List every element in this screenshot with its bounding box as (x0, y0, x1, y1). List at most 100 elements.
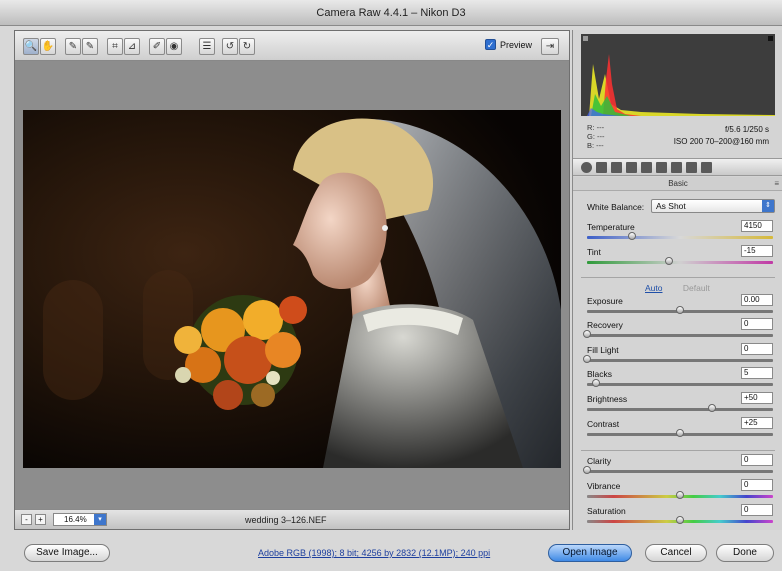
adjustment-slider-thumb[interactable] (676, 491, 684, 499)
panel-tabs (573, 158, 782, 176)
tab-basic-icon[interactable] (581, 162, 592, 173)
auto-default-links: Auto Default (645, 283, 710, 293)
adjustment-value-input[interactable]: 0.00 (741, 294, 773, 306)
adjustment-slider-track[interactable] (587, 334, 773, 337)
zoom-in-button[interactable]: + (35, 514, 46, 525)
chevron-down-icon: ▾ (94, 514, 106, 525)
zoom-level-value: 16.4% (64, 515, 87, 524)
auto-link[interactable]: Auto (645, 283, 663, 293)
white-balance-tool-icon[interactable]: ✎ (65, 38, 81, 55)
adjustment-slider-thumb[interactable] (708, 404, 716, 412)
red-readout: R: --- (587, 123, 605, 132)
adjustment-value-input[interactable]: 0 (741, 454, 773, 466)
adjustment-row-temperature: Temperature 4150 (587, 220, 777, 246)
green-readout: G: --- (587, 132, 605, 141)
done-button[interactable]: Done (716, 544, 774, 562)
tab-lens-icon[interactable] (656, 162, 667, 173)
zoom-out-button[interactable]: - (21, 514, 32, 525)
white-balance-value: As Shot (656, 201, 686, 211)
tab-hsl-icon[interactable] (626, 162, 637, 173)
hand-tool-icon[interactable]: ✋ (40, 38, 56, 55)
adjustment-slider-track[interactable] (587, 408, 773, 411)
adjustment-slider-thumb[interactable] (676, 429, 684, 437)
white-balance-select[interactable]: As Shot ⇕ (651, 199, 775, 213)
adjustment-slider-track[interactable] (587, 470, 773, 473)
rotate-ccw-icon[interactable]: ↺ (222, 38, 238, 55)
adjustment-value-input[interactable]: 4150 (741, 220, 773, 232)
adjustment-slider-track[interactable] (587, 261, 773, 264)
blue-readout: B: --- (587, 141, 604, 150)
adjustment-label: Vibrance (587, 481, 621, 491)
exposure-info: f/5.6 1/250 s ISO 200 70–200@160 mm (674, 124, 769, 148)
panel-title: Basic ≡ (573, 177, 782, 191)
adjustment-row-blacks: Blacks 5 (587, 367, 777, 393)
adjustment-slider-track[interactable] (587, 236, 773, 239)
tab-presets-icon[interactable] (686, 162, 697, 173)
adjustment-slider-track[interactable] (587, 359, 773, 362)
red-eye-tool-icon[interactable]: ◉ (166, 38, 182, 55)
adjustment-row-saturation: Saturation 0 (587, 504, 777, 530)
zoom-level-select[interactable]: 16.4% ▾ (53, 513, 107, 526)
adjustment-slider-thumb[interactable] (583, 466, 591, 474)
preview-checkbox[interactable]: ✓ (485, 39, 496, 50)
preferences-icon[interactable]: ☰ (199, 38, 215, 55)
adjustment-slider-track[interactable] (587, 383, 773, 386)
adjustment-slider-thumb[interactable] (676, 516, 684, 524)
adjustment-slider-thumb[interactable] (592, 379, 600, 387)
fullscreen-toggle-icon[interactable]: ⇥ (541, 38, 559, 55)
adjustment-row-exposure: Exposure 0.00 (587, 294, 777, 320)
default-link[interactable]: Default (683, 283, 710, 293)
divider (581, 450, 775, 451)
crop-tool-icon[interactable]: ⌗ (107, 38, 123, 55)
zoom-tool-icon[interactable]: 🔍 (23, 38, 39, 55)
adjustment-value-input[interactable]: -15 (741, 245, 773, 257)
tab-split-toning-icon[interactable] (641, 162, 652, 173)
save-image-button[interactable]: Save Image... (24, 544, 110, 562)
adjustment-value-input[interactable]: 0 (741, 504, 773, 516)
histogram (581, 34, 775, 116)
tab-snapshots-icon[interactable] (701, 162, 712, 173)
chevron-down-icon: ⇕ (762, 200, 774, 212)
white-balance-label: White Balance: (587, 202, 645, 212)
straighten-tool-icon[interactable]: ⊿ (124, 38, 140, 55)
image-status-bar: - + 16.4% ▾ wedding 3–126.NEF (15, 509, 569, 529)
workflow-options-link[interactable]: Adobe RGB (1998); 8 bit; 4256 by 2832 (1… (258, 548, 490, 558)
tab-detail-icon[interactable] (611, 162, 622, 173)
adjustment-slider-thumb[interactable] (628, 232, 636, 240)
adjustment-value-input[interactable]: 0 (741, 318, 773, 330)
adjustment-value-input[interactable]: 0 (741, 343, 773, 355)
adjustment-value-input[interactable]: +25 (741, 417, 773, 429)
tab-camera-calibration-icon[interactable] (671, 162, 682, 173)
adjustment-value-input[interactable]: 5 (741, 367, 773, 379)
preview-label: Preview (500, 40, 533, 50)
adjustment-label: Saturation (587, 506, 626, 516)
aperture-shutter: f/5.6 1/250 s (724, 125, 769, 134)
adjustment-row-contrast: Contrast +25 (587, 417, 777, 443)
adjustment-row-brightness: Brightness +50 (587, 392, 777, 418)
bride-photo-illustration (23, 110, 561, 468)
adjustment-slider-thumb[interactable] (676, 306, 684, 314)
retouch-tool-icon[interactable]: ✐ (149, 38, 165, 55)
adjustment-row-recovery: Recovery 0 (583, 318, 777, 344)
panel-title-text: Basic (668, 179, 688, 188)
rotate-cw-icon[interactable]: ↻ (239, 38, 255, 55)
tab-tone-curve-icon[interactable] (596, 162, 607, 173)
photo-preview[interactable] (23, 110, 561, 468)
adjustment-label: Recovery (587, 320, 623, 330)
rgb-readout: R: --- G: --- B: --- (587, 123, 605, 150)
camera-info: R: --- G: --- B: --- f/5.6 1/250 s ISO 2… (573, 120, 782, 154)
adjustment-slider-thumb[interactable] (583, 330, 591, 338)
adjustment-value-input[interactable]: 0 (741, 479, 773, 491)
adjustment-label: Fill Light (587, 345, 619, 355)
open-image-button[interactable]: Open Image (548, 544, 632, 562)
panel-menu-icon[interactable]: ≡ (774, 177, 779, 191)
adjustment-slider-thumb[interactable] (583, 355, 591, 363)
adjustment-slider-thumb[interactable] (665, 257, 673, 265)
color-sampler-tool-icon[interactable]: ✎ (82, 38, 98, 55)
divider (581, 277, 775, 278)
cancel-button[interactable]: Cancel (645, 544, 707, 562)
adjustment-label: Temperature (587, 222, 635, 232)
adjustment-value-input[interactable]: +50 (741, 392, 773, 404)
iso-lens: ISO 200 70–200@160 mm (673, 137, 769, 146)
adjustment-row-fill-light: Fill Light 0 (583, 343, 777, 369)
